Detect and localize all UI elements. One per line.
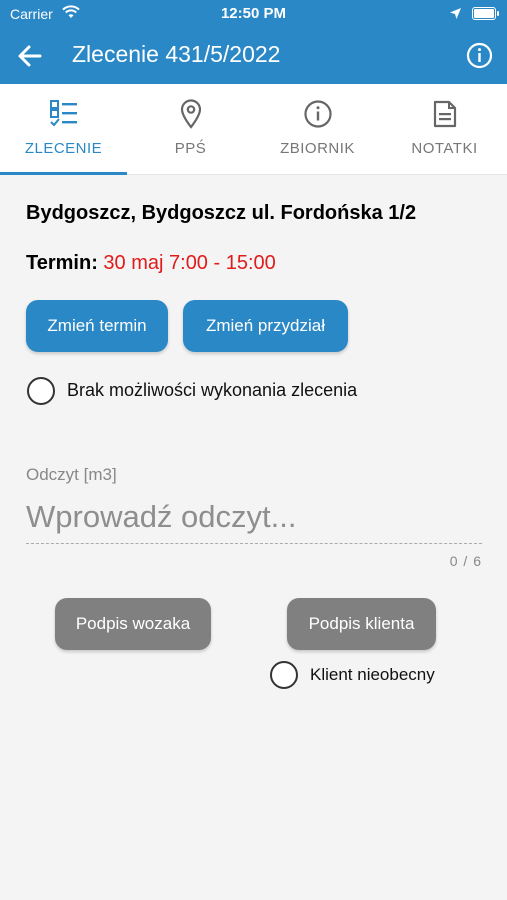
location-pin-icon <box>180 99 202 134</box>
clock: 12:50 PM <box>220 5 287 22</box>
tab-zbiornik[interactable]: ZBIORNIK <box>254 84 381 174</box>
client-signature-button[interactable]: Podpis klienta <box>287 598 436 650</box>
driver-signature-button[interactable]: Podpis wozaka <box>55 598 211 650</box>
status-bar: Carrier 12:50 PM <box>0 0 507 28</box>
location-arrow-icon <box>449 7 462 25</box>
tab-label: ZLECENIE <box>24 140 103 157</box>
cannot-execute-label: Brak możliwości wykonania zlecenia <box>67 380 358 400</box>
document-icon <box>432 99 458 134</box>
tab-label: PPŚ <box>174 140 207 157</box>
reading-label: Odczyt [m3] <box>26 465 117 484</box>
checklist-icon <box>49 99 79 132</box>
change-assignment-button[interactable]: Zmień przydział <box>183 300 348 352</box>
client-absent-radio[interactable] <box>270 661 298 689</box>
app-bar: Zlecenie 431/5/2022 <box>0 28 507 84</box>
tab-label: NOTATKI <box>411 140 478 157</box>
page-title: Zlecenie 431/5/2022 <box>72 41 281 67</box>
tab-zlecenie[interactable]: ZLECENIE <box>0 84 127 175</box>
tab-notatki[interactable]: NOTATKI <box>381 84 507 174</box>
info-icon[interactable] <box>466 42 493 69</box>
tab-pps[interactable]: PPŚ <box>127 84 254 174</box>
order-termin: Termin: 30 maj 7:00 - 15:00 <box>26 252 276 275</box>
cannot-execute-radio[interactable] <box>27 377 55 405</box>
info-icon <box>303 99 333 134</box>
change-date-button[interactable]: Zmień termin <box>26 300 168 352</box>
reading-char-counter: 0 / 6 <box>449 553 482 569</box>
tab-bar: ZLECENIE PPŚ ZBIORNIK NOTATKI <box>0 84 507 175</box>
active-tab-indicator <box>0 172 127 175</box>
reading-underline <box>26 543 482 544</box>
order-address: Bydgoszcz, Bydgoszcz ul. Fordońska 1/2 <box>26 202 417 224</box>
client-absent-label: Klient nieobecny <box>310 665 435 684</box>
reading-input[interactable] <box>26 494 482 540</box>
battery-icon <box>472 7 499 20</box>
back-arrow-icon[interactable] <box>16 42 44 70</box>
tab-label: ZBIORNIK <box>280 140 355 157</box>
termin-label: Termin: <box>26 252 98 274</box>
termin-value: 30 maj 7:00 - 15:00 <box>103 252 276 274</box>
